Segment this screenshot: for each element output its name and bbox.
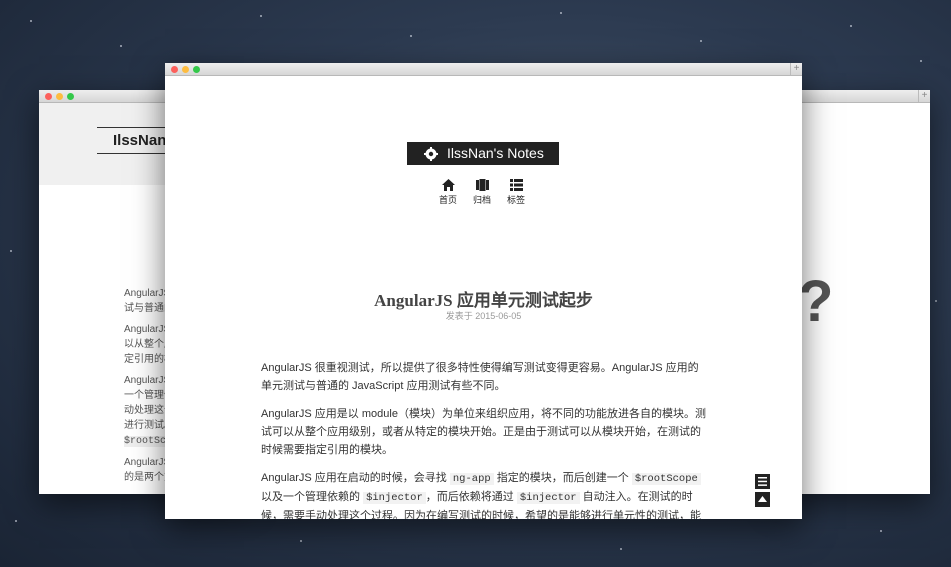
- new-tab-button[interactable]: +: [790, 63, 802, 75]
- tags-icon: [509, 179, 523, 191]
- minimize-button[interactable]: [182, 66, 189, 73]
- post-date: 发表于 2015-06-05: [445, 311, 522, 321]
- home-icon: [441, 179, 455, 191]
- article-paragraph-2: AngularJS 应用是以 module（模块）为单位来组织应用，将不同的功能…: [261, 408, 706, 456]
- nav-tags[interactable]: 标签: [501, 179, 531, 206]
- window-titlebar[interactable]: +: [780, 90, 930, 103]
- inline-code: ng-app: [449, 473, 494, 485]
- close-button[interactable]: [45, 93, 52, 100]
- new-tab-button[interactable]: +: [918, 90, 930, 102]
- nav-archive-label: 归档: [472, 195, 491, 205]
- caret-up-icon: [758, 496, 767, 502]
- minimize-button[interactable]: [56, 93, 63, 100]
- zoom-button[interactable]: [67, 93, 74, 100]
- list-icon: [758, 477, 767, 486]
- close-button[interactable]: [171, 66, 178, 73]
- nav-archive[interactable]: 归档: [467, 179, 497, 206]
- main-browser-window[interactable]: + IlssNan's Notes 首页 归档 标签 AngularJS 应用单…: [165, 63, 802, 519]
- nav-home-label: 首页: [438, 195, 457, 205]
- inline-code: $rootScope: [631, 473, 701, 485]
- nav-home[interactable]: 首页: [433, 179, 463, 206]
- article-paragraph-1: AngularJS 很重视测试，所以提供了很多特性使得编写测试变得更容易。Ang…: [261, 362, 699, 392]
- site-brand[interactable]: IlssNan's Notes: [407, 142, 559, 165]
- question-mark: ?: [798, 269, 834, 334]
- article-body: AngularJS 很重视测试，所以提供了很多特性使得编写测试变得更容易。Ang…: [261, 359, 709, 519]
- back-to-top-button[interactable]: [755, 492, 770, 507]
- inline-code: $injector: [363, 492, 426, 504]
- archive-icon: [475, 179, 489, 191]
- toc-button[interactable]: [755, 474, 770, 489]
- inline-code: $injector: [516, 492, 580, 504]
- article-paragraph-3: AngularJS 应用在启动的时候，会寻找 ng-app 指定的模块，而后创建…: [261, 472, 701, 519]
- gear-icon: [424, 147, 438, 161]
- site-brand-label: IlssNan's Notes: [447, 145, 544, 161]
- nav-tags-label: 标签: [506, 195, 525, 205]
- zoom-button[interactable]: [193, 66, 200, 73]
- window-titlebar[interactable]: +: [165, 63, 802, 76]
- post-title[interactable]: AngularJS 应用单元测试起步: [165, 286, 802, 311]
